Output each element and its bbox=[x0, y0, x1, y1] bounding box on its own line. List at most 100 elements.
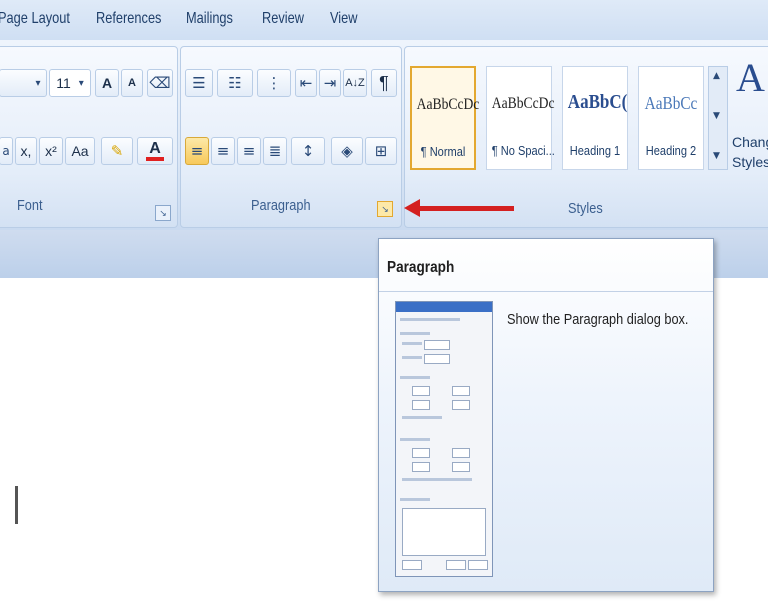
font-color-button[interactable]: A bbox=[137, 137, 173, 165]
grow-font-button[interactable]: A bbox=[95, 69, 119, 97]
style-heading-1[interactable]: AaBbC( Heading 1 bbox=[562, 66, 628, 170]
show-hide-marks-button[interactable]: ¶ bbox=[371, 69, 397, 97]
style-sample: AaBbC( bbox=[567, 91, 628, 113]
font-color-bar bbox=[146, 157, 164, 161]
thumbnail-section bbox=[400, 438, 430, 441]
align-left-button[interactable]: ≡ bbox=[185, 137, 209, 165]
font-color-icon: A bbox=[149, 140, 161, 157]
paragraph-group: ☰ ☷ ⋮ ⇤ ⇥ A↓Z ¶ ≡ ≡ ≡ ≣ ↕ ◈ ⊞ Paragraph … bbox=[180, 46, 402, 228]
superscript-icon: x² bbox=[45, 143, 57, 159]
font-size-dropdown[interactable]: 11 ▾ bbox=[49, 69, 91, 97]
style-name: Heading 2 bbox=[645, 143, 697, 158]
change-case-button[interactable]: Aa bbox=[65, 137, 95, 165]
borders-icon: ⊞ bbox=[374, 142, 388, 160]
text-highlight-button[interactable]: ✎ bbox=[101, 137, 133, 165]
increase-indent-button[interactable]: ⇥ bbox=[319, 69, 341, 97]
thumbnail-titlebar bbox=[396, 302, 492, 312]
style-sample: AaBbCc bbox=[644, 93, 698, 113]
arrow-head-icon bbox=[404, 199, 420, 217]
thumbnail-field bbox=[452, 448, 470, 458]
pointer-arrow bbox=[414, 206, 514, 211]
multilevel-list-icon: ⋮ bbox=[266, 74, 282, 92]
thumbnail-field bbox=[412, 462, 430, 472]
tooltip-divider bbox=[379, 291, 713, 292]
shrink-font-button[interactable]: A bbox=[121, 69, 143, 97]
subscript-icon: x, bbox=[20, 143, 32, 159]
paragraph-tooltip: Paragraph Show the Paragraph dialog box. bbox=[378, 238, 714, 592]
style-normal[interactable]: AaBbCcDc ¶ Normal bbox=[410, 66, 479, 170]
paragraph-dialog-launcher[interactable]: ↘ bbox=[377, 201, 393, 217]
style-name: Heading 1 bbox=[569, 143, 621, 158]
thumbnail-label bbox=[402, 342, 422, 345]
styles-group-label: Styles bbox=[568, 200, 603, 217]
style-sample: AaBbCcDc bbox=[491, 95, 555, 112]
more-styles-icon: ▼ bbox=[713, 151, 720, 161]
styles-gallery-scroll[interactable]: ▲ ▼ ▼ bbox=[708, 66, 728, 170]
line-spacing-icon: ↕ bbox=[301, 142, 315, 160]
thumbnail-preview bbox=[402, 508, 486, 556]
thumbnail-button bbox=[446, 560, 466, 570]
justify-icon: ≣ bbox=[268, 142, 282, 160]
style-name: ¶ Normal bbox=[420, 144, 466, 159]
strikethrough-button[interactable]: a bbox=[0, 137, 13, 165]
font-name-dropdown[interactable]: ▾ bbox=[0, 69, 47, 97]
thumbnail-label bbox=[402, 356, 422, 359]
thumbnail-field bbox=[424, 340, 450, 350]
thumbnail-field bbox=[424, 354, 450, 364]
align-center-button[interactable]: ≡ bbox=[211, 137, 235, 165]
tab-view[interactable]: View bbox=[330, 10, 358, 28]
tab-review[interactable]: Review bbox=[262, 10, 304, 28]
tab-references[interactable]: References bbox=[96, 10, 161, 28]
thumbnail-section bbox=[400, 376, 430, 379]
borders-button[interactable]: ⊞ bbox=[365, 137, 397, 165]
eraser-icon: ⌫ bbox=[149, 74, 171, 92]
change-styles-button[interactable]: A Chang Styles bbox=[730, 54, 768, 194]
numbering-icon: ☷ bbox=[228, 74, 242, 92]
chevron-down-icon: ▾ bbox=[78, 77, 84, 89]
thumbnail-field bbox=[452, 386, 470, 396]
decrease-indent-button[interactable]: ⇤ bbox=[295, 69, 317, 97]
increase-indent-icon: ⇥ bbox=[323, 74, 337, 92]
align-right-button[interactable]: ≡ bbox=[237, 137, 261, 165]
change-case-icon: Aa bbox=[71, 143, 89, 159]
bullets-icon: ☰ bbox=[192, 74, 206, 92]
thumbnail-field bbox=[452, 462, 470, 472]
thumbnail-field bbox=[452, 400, 470, 410]
thumbnail-button bbox=[468, 560, 488, 570]
font-group: ▾ 11 ▾ A A ⌫ a x, x² Aa ✎ A Font ↘ bbox=[0, 46, 178, 228]
tab-mailings[interactable]: Mailings bbox=[186, 10, 233, 28]
paint-bucket-icon: ◈ bbox=[341, 142, 353, 160]
superscript-button[interactable]: x² bbox=[39, 137, 63, 165]
change-styles-label: Chang bbox=[732, 134, 768, 150]
numbering-button[interactable]: ☷ bbox=[217, 69, 253, 97]
change-styles-label: Styles bbox=[732, 154, 768, 170]
shading-button[interactable]: ◈ bbox=[331, 137, 363, 165]
highlighter-icon: ✎ bbox=[110, 142, 124, 160]
thumbnail-tabs bbox=[400, 318, 460, 321]
align-right-icon: ≡ bbox=[242, 142, 256, 160]
thumbnail-field bbox=[412, 448, 430, 458]
tab-page-layout[interactable]: Page Layout bbox=[0, 10, 70, 28]
multilevel-list-button[interactable]: ⋮ bbox=[257, 69, 291, 97]
font-size-value: 11 bbox=[56, 75, 71, 91]
font-dialog-launcher[interactable]: ↘ bbox=[155, 205, 171, 221]
shrink-font-icon: A bbox=[128, 77, 136, 89]
thumbnail-field bbox=[412, 400, 430, 410]
style-heading-2[interactable]: AaBbCc Heading 2 bbox=[638, 66, 704, 170]
clear-formatting-button[interactable]: ⌫ bbox=[147, 69, 173, 97]
ribbon-tab-bar: Page Layout References Mailings Review V… bbox=[0, 0, 768, 40]
subscript-button[interactable]: x, bbox=[15, 137, 37, 165]
paragraph-group-label: Paragraph bbox=[251, 197, 311, 214]
paragraph-dialog-thumbnail bbox=[395, 301, 493, 577]
sort-button[interactable]: A↓Z bbox=[343, 69, 367, 97]
justify-button[interactable]: ≣ bbox=[263, 137, 287, 165]
bullets-button[interactable]: ☰ bbox=[185, 69, 213, 97]
thumbnail-section bbox=[400, 498, 430, 501]
style-name: ¶ No Spaci... bbox=[491, 143, 555, 158]
chevron-down-icon: ▼ bbox=[713, 111, 720, 121]
style-no-spacing[interactable]: AaBbCcDc ¶ No Spaci... bbox=[486, 66, 555, 170]
line-spacing-button[interactable]: ↕ bbox=[291, 137, 325, 165]
tooltip-description: Show the Paragraph dialog box. bbox=[507, 311, 689, 328]
thumbnail-field bbox=[412, 386, 430, 396]
align-center-icon: ≡ bbox=[216, 142, 230, 160]
